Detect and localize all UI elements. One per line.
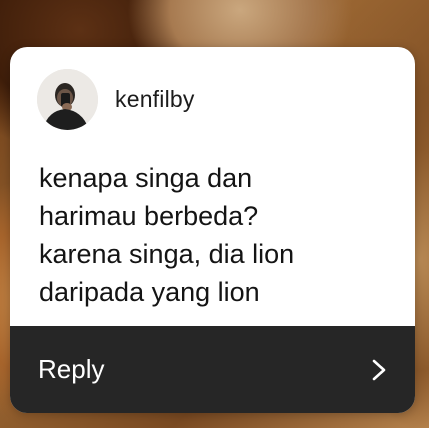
username[interactable]: kenfilby: [115, 86, 195, 113]
message-line: kenapa singa dan: [39, 163, 253, 193]
message-line: harimau berbeda?: [39, 201, 259, 231]
chevron-right-icon: [371, 359, 387, 381]
avatar[interactable]: [37, 69, 98, 130]
message-card: kenfilby kenapa singa dan harimau berbed…: [10, 47, 415, 413]
message-line: karena singa, dia lion: [39, 239, 295, 269]
avatar-photo-icon: [37, 69, 98, 130]
message-text: kenapa singa dan harimau berbeda? karena…: [39, 159, 399, 311]
message-header: kenfilby: [37, 68, 195, 131]
reply-button[interactable]: Reply: [10, 326, 415, 413]
reply-label: Reply: [38, 354, 105, 384]
message-line: daripada yang lion: [39, 277, 260, 307]
